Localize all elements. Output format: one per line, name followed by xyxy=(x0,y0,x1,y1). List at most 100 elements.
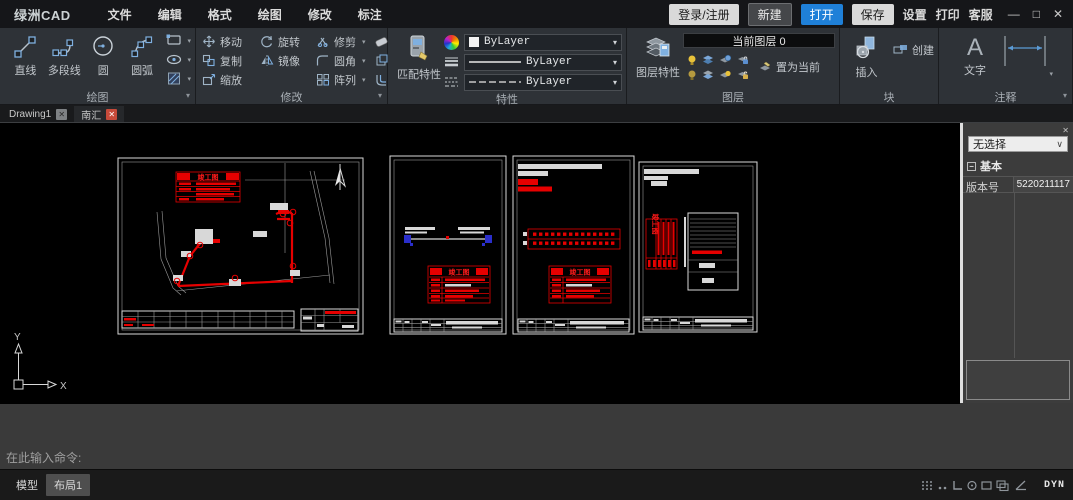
properties-palette: ✕ 无选择 ∨ − 基本 版本号 5220211117 xyxy=(963,123,1073,403)
collapse-icon[interactable]: − xyxy=(967,162,976,171)
fillet-flyout-icon[interactable]: ▾ xyxy=(362,57,366,65)
close-icon[interactable]: ✕ xyxy=(1053,7,1063,21)
tab-drawing1-label: Drawing1 xyxy=(9,109,51,120)
annotation-expand-icon[interactable]: ▾ xyxy=(1063,91,1067,100)
tab-nanhui[interactable]: 南汇 ✕ xyxy=(74,106,124,122)
settings-button[interactable]: 设置 xyxy=(903,6,927,23)
svg-text:A: A xyxy=(967,34,983,60)
minimize-icon[interactable]: — xyxy=(1008,7,1020,21)
layer-on-icon[interactable] xyxy=(683,52,700,67)
menu-modify[interactable]: 修改 xyxy=(295,6,345,23)
layer-lock-icon[interactable] xyxy=(734,52,751,67)
version-value: 5220211117 xyxy=(1014,177,1073,192)
trim-tool[interactable]: 修剪 ▾ xyxy=(316,32,374,51)
current-layer-indicator[interactable]: 当前图层 0 xyxy=(683,33,835,48)
match-properties-tool[interactable]: 匹配特性 xyxy=(394,31,444,91)
scale-tool[interactable]: 缩放 xyxy=(202,70,260,89)
ucs-icon: Y X xyxy=(14,332,67,392)
modify-expand-icon[interactable]: ▾ xyxy=(378,91,382,100)
save-button[interactable]: 保存 xyxy=(852,4,894,25)
fillet-label: 圆角 xyxy=(334,53,356,69)
menu-draw[interactable]: 绘图 xyxy=(245,6,295,23)
layer-off-icon[interactable] xyxy=(683,67,700,82)
menu-annotate[interactable]: 标注 xyxy=(345,6,395,23)
insert-block-tool[interactable]: 插入 xyxy=(846,31,887,89)
color-combo-arrow-icon[interactable]: ▾ xyxy=(613,38,617,47)
move-tool[interactable]: 移动 xyxy=(202,32,260,51)
layer-properties-icon xyxy=(643,34,673,62)
tab-drawing1-close-icon[interactable]: ✕ xyxy=(56,109,67,120)
version-row[interactable]: 版本号 5220211117 xyxy=(963,177,1073,193)
menu-format[interactable]: 格式 xyxy=(195,6,245,23)
model-tab[interactable]: 模型 xyxy=(8,474,46,496)
color-combo[interactable]: ByLayer ▾ xyxy=(464,34,622,51)
ribbon-section-block: 插入 创建 块 xyxy=(840,28,939,104)
angle-toggle-icon xyxy=(1016,481,1026,490)
layer-isolate-icon[interactable] xyxy=(700,67,717,82)
modify-section-label: 修改 xyxy=(281,89,303,105)
menu-file[interactable]: 文件 xyxy=(95,6,145,23)
hatch-flyout-icon[interactable]: ▾ xyxy=(188,75,192,83)
line-tool[interactable]: 直线 xyxy=(6,31,45,89)
hatch-tool[interactable]: ▾ xyxy=(166,69,192,88)
lineweight-combo-arrow-icon[interactable]: ▾ xyxy=(613,58,617,67)
rotate-tool[interactable]: 旋转 xyxy=(260,32,316,51)
ribbon-section-modify: 移动 旋转 修剪 ▾ xyxy=(196,28,388,104)
status-toggle-icons[interactable] xyxy=(920,478,1038,492)
circle-tool[interactable]: 圆 xyxy=(84,31,123,89)
dyn-toggle[interactable]: DYN xyxy=(1044,480,1065,491)
palette-close-icon[interactable]: ✕ xyxy=(1062,126,1069,135)
linetype-combo-arrow-icon[interactable]: ▾ xyxy=(613,78,617,87)
layer-freeze-icon[interactable] xyxy=(717,52,734,67)
selection-value: 无选择 xyxy=(973,136,1006,152)
draw-expand-icon[interactable]: ▾ xyxy=(186,91,190,100)
linetype-combo[interactable]: ByLayer ▾ xyxy=(464,74,622,91)
layer-properties-tool[interactable]: 图层特性 xyxy=(633,31,683,89)
support-button[interactable]: 客服 xyxy=(969,6,993,23)
set-current-layer-tool[interactable]: 置为当前 xyxy=(759,59,820,75)
polyline-tool[interactable]: 多段线 xyxy=(45,31,84,89)
create-block-tool[interactable]: 创建 xyxy=(893,40,934,59)
text-tool[interactable]: A 文字 xyxy=(953,31,997,89)
lineweight-combo[interactable]: ByLayer ▾ xyxy=(464,54,622,71)
array-tool[interactable]: 阵列 ▾ xyxy=(316,70,374,89)
eraser-icon xyxy=(374,35,389,49)
selection-dropdown[interactable]: 无选择 ∨ xyxy=(968,136,1068,152)
dimension-flyout-icon[interactable]: ▾ xyxy=(1049,70,1053,78)
menu-edit[interactable]: 编辑 xyxy=(145,6,195,23)
trim-flyout-icon[interactable]: ▾ xyxy=(362,38,366,46)
command-prompt[interactable]: 在此输入命令: xyxy=(0,449,1073,469)
login-register-button[interactable]: 登录/注册 xyxy=(669,4,738,25)
selection-caret-icon: ∨ xyxy=(1056,139,1063,150)
maximize-icon[interactable]: □ xyxy=(1033,7,1040,21)
ellipse-tool[interactable]: ▾ xyxy=(166,50,192,69)
linetype-value: ByLayer xyxy=(526,76,608,88)
copy-tool[interactable]: 复制 xyxy=(202,51,260,70)
rectangle-tool[interactable]: ▾ xyxy=(166,31,192,50)
annotation-section-footer[interactable]: 注释 ▾ xyxy=(939,89,1072,104)
properties-section-label: 特性 xyxy=(496,91,518,107)
rectangle-icon xyxy=(166,34,182,47)
fillet-tool[interactable]: 圆角 ▾ xyxy=(316,51,374,70)
new-button[interactable]: 新建 xyxy=(748,3,792,26)
draw-section-footer[interactable]: 绘图 ▾ xyxy=(0,89,195,104)
rectangle-flyout-icon[interactable]: ▾ xyxy=(188,37,192,45)
mirror-tool[interactable]: 镜像 xyxy=(260,51,316,70)
command-window[interactable]: 在此输入命令: xyxy=(0,403,1073,469)
arc-tool[interactable]: 圆弧 xyxy=(123,31,162,89)
layer-unlock-icon[interactable] xyxy=(734,67,751,82)
tab-nanhui-close-icon[interactable]: ✕ xyxy=(106,109,117,120)
layer-sun-icon[interactable] xyxy=(717,67,734,82)
layout1-tab[interactable]: 布局1 xyxy=(46,474,90,496)
basic-group-header[interactable]: − 基本 xyxy=(963,156,1073,176)
drawing-canvas[interactable]: 竣工图 xyxy=(0,123,960,404)
hatch-icon xyxy=(166,72,182,85)
array-flyout-icon[interactable]: ▾ xyxy=(362,76,366,84)
modify-section-footer[interactable]: 修改 ▾ xyxy=(196,89,387,104)
ellipse-flyout-icon[interactable]: ▾ xyxy=(188,56,192,64)
open-button[interactable]: 打开 xyxy=(801,4,843,25)
tab-drawing1[interactable]: Drawing1 ✕ xyxy=(2,106,74,122)
layer-thaw-icon[interactable] xyxy=(700,52,717,67)
print-button[interactable]: 打印 xyxy=(936,6,960,23)
dimension-tool[interactable]: ▾ xyxy=(997,31,1053,89)
